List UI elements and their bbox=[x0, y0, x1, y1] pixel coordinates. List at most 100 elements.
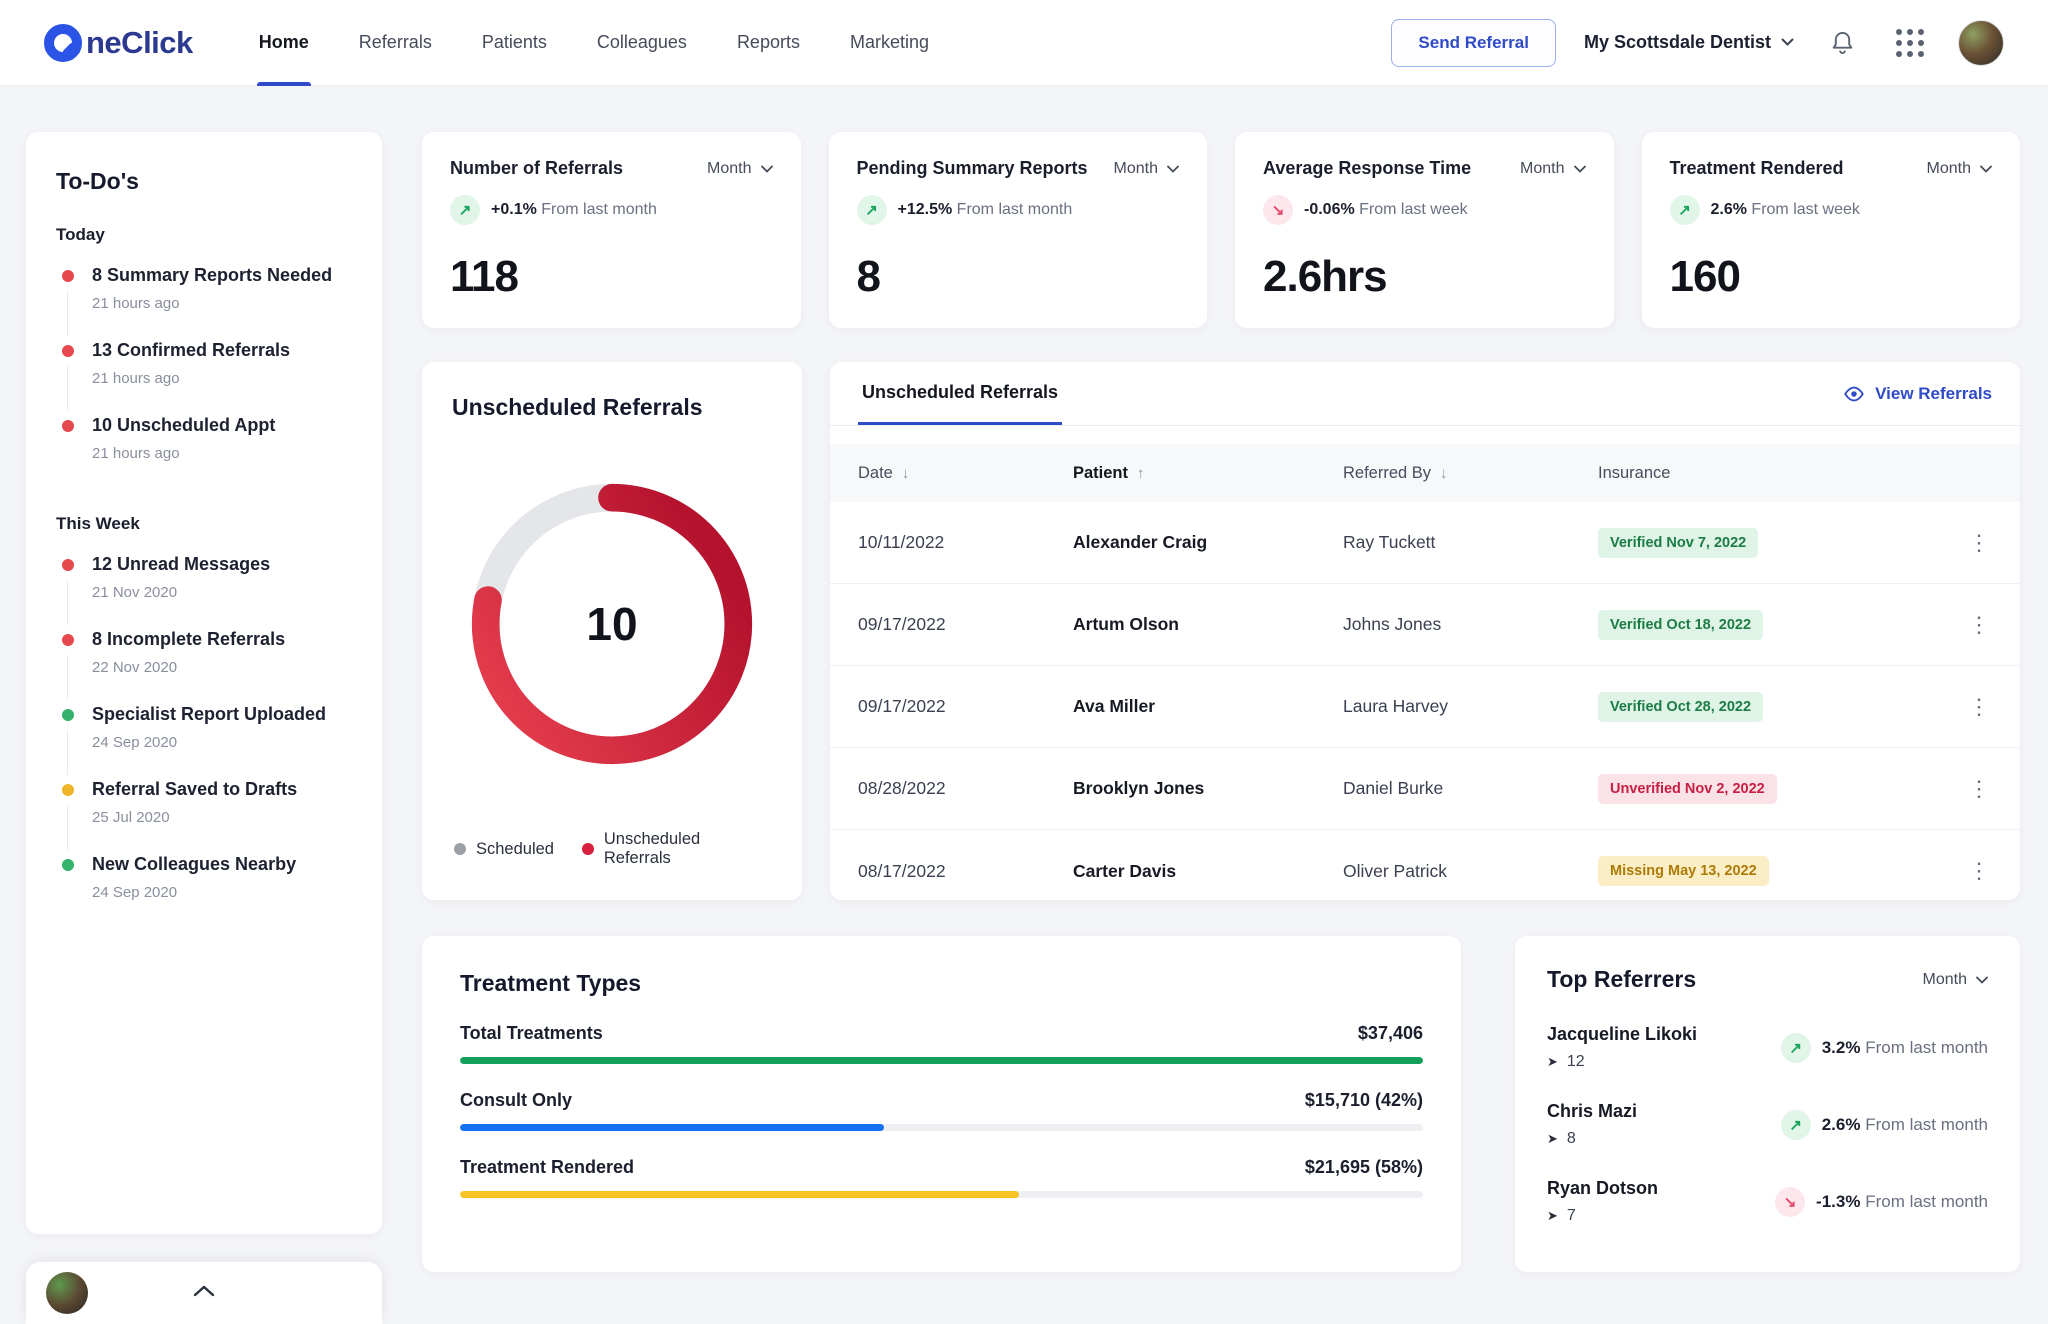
account-name: My Scottsdale Dentist bbox=[1584, 32, 1771, 53]
tab-unscheduled-referrals[interactable]: Unscheduled Referrals bbox=[858, 362, 1062, 425]
period-label: Month bbox=[1114, 160, 1158, 178]
row-menu-button[interactable]: ⋮ bbox=[1958, 694, 2000, 720]
todo-item-title: 12 Unread Messages bbox=[92, 554, 352, 575]
treatment-row-total: Total Treatments $37,406 bbox=[460, 1023, 1423, 1064]
period-dropdown[interactable]: Month bbox=[1520, 160, 1585, 178]
cell-referred-by: Johns Jones bbox=[1343, 614, 1598, 635]
todo-item[interactable]: Specialist Report Uploaded 24 Sep 2020 bbox=[56, 704, 352, 779]
referrer-count: 7 bbox=[1567, 1207, 1576, 1225]
delta-text: -0.06% From last week bbox=[1304, 201, 1468, 219]
chart-title: Unscheduled Referrals bbox=[452, 394, 772, 421]
row-menu-button[interactable]: ⋮ bbox=[1958, 612, 2000, 638]
treatment-label: Treatment Rendered bbox=[460, 1157, 634, 1178]
sort-icon: ↓ bbox=[1440, 465, 1448, 482]
column-referred-by[interactable]: Referred By↓ bbox=[1343, 464, 1598, 483]
chevron-down-icon bbox=[1574, 165, 1586, 173]
progress-fill bbox=[460, 1057, 1423, 1064]
main-nav: Home Referrals Patients Colleagues Repor… bbox=[257, 0, 931, 86]
send-referral-button[interactable]: Send Referral bbox=[1391, 19, 1556, 67]
stat-card-referrals: Number of Referrals Month ↗ +0.1% From l… bbox=[422, 132, 801, 328]
period-dropdown[interactable]: Month bbox=[707, 160, 772, 178]
user-avatar[interactable] bbox=[1958, 20, 2004, 66]
column-date[interactable]: Date↓ bbox=[858, 464, 1073, 483]
row-menu-button[interactable]: ⋮ bbox=[1958, 858, 2000, 884]
period-dropdown[interactable]: Month bbox=[1923, 971, 1988, 989]
period-label: Month bbox=[1923, 971, 1967, 989]
cell-date: 08/28/2022 bbox=[858, 778, 1073, 799]
nav-item-reports[interactable]: Reports bbox=[735, 0, 802, 86]
trend-icon: ↗ bbox=[857, 195, 887, 225]
todo-item[interactable]: 12 Unread Messages 21 Nov 2020 bbox=[56, 554, 352, 629]
expand-panel-button[interactable] bbox=[179, 1276, 229, 1310]
todo-item[interactable]: 13 Confirmed Referrals 21 hours ago bbox=[56, 340, 352, 415]
nav-item-referrals[interactable]: Referrals bbox=[357, 0, 434, 86]
stat-card-response-time: Average Response Time Month ↘ -0.06% Fro… bbox=[1235, 132, 1614, 328]
nav-item-home[interactable]: Home bbox=[257, 0, 311, 86]
progress-track bbox=[460, 1191, 1423, 1198]
row-menu-button[interactable]: ⋮ bbox=[1958, 776, 2000, 802]
stat-title: Number of Referrals bbox=[450, 158, 623, 179]
column-patient[interactable]: Patient↑ bbox=[1073, 464, 1343, 483]
stat-card-pending-reports: Pending Summary Reports Month ↗ +12.5% F… bbox=[829, 132, 1208, 328]
stat-value: 160 bbox=[1670, 252, 1993, 302]
treatment-label: Consult Only bbox=[460, 1090, 572, 1111]
todo-item-time: 22 Nov 2020 bbox=[92, 659, 352, 676]
cell-date: 09/17/2022 bbox=[858, 614, 1073, 635]
stat-title: Treatment Rendered bbox=[1670, 158, 1844, 179]
account-switcher[interactable]: My Scottsdale Dentist bbox=[1584, 32, 1794, 53]
cell-patient: Alexander Craig bbox=[1073, 532, 1343, 553]
todo-item-title: 8 Summary Reports Needed bbox=[92, 265, 352, 286]
nav-item-marketing[interactable]: Marketing bbox=[848, 0, 931, 86]
table-row: 08/28/2022 Brooklyn Jones Daniel Burke U… bbox=[830, 748, 2020, 830]
chevron-down-icon bbox=[1980, 165, 1992, 173]
todo-item-time: 21 Nov 2020 bbox=[92, 584, 352, 601]
legend-dot bbox=[454, 843, 466, 855]
cell-referred-by: Ray Tuckett bbox=[1343, 532, 1598, 553]
delta-text: -1.3% From last month bbox=[1816, 1192, 1988, 1212]
todos-section-this-week: This Week 12 Unread Messages 21 Nov 2020… bbox=[56, 514, 352, 929]
unscheduled-referrals-table-card: Unscheduled Referrals View Referrals Dat… bbox=[830, 362, 2020, 900]
delta-text: 2.6% From last month bbox=[1822, 1115, 1988, 1135]
trend-icon: ↘ bbox=[1775, 1187, 1805, 1217]
table-header: Date↓ Patient↑ Referred By↓ Insurance bbox=[830, 444, 2020, 502]
todo-item-time: 25 Jul 2020 bbox=[92, 809, 352, 826]
chevron-down-icon bbox=[1167, 165, 1179, 173]
view-referrals-link[interactable]: View Referrals bbox=[1843, 384, 1992, 404]
todo-item-title: 8 Incomplete Referrals bbox=[92, 629, 352, 650]
legend-dot bbox=[582, 843, 594, 855]
todos-section-today: Today 8 Summary Reports Needed 21 hours … bbox=[56, 225, 352, 490]
row-menu-button[interactable]: ⋮ bbox=[1958, 530, 2000, 556]
status-dot bbox=[62, 270, 74, 282]
todo-item-title: Specialist Report Uploaded bbox=[92, 704, 352, 725]
todo-item[interactable]: 10 Unscheduled Appt 21 hours ago bbox=[56, 415, 352, 490]
notifications-button[interactable] bbox=[1822, 23, 1862, 63]
status-dot bbox=[62, 559, 74, 571]
stat-title: Average Response Time bbox=[1263, 158, 1471, 179]
logo-q-icon bbox=[44, 24, 82, 62]
period-dropdown[interactable]: Month bbox=[1114, 160, 1179, 178]
treatment-label: Total Treatments bbox=[460, 1023, 603, 1044]
top-navbar: neClick Home Referrals Patients Colleagu… bbox=[0, 0, 2048, 86]
progress-fill bbox=[460, 1124, 884, 1131]
referrer-row: Jacqueline Likoki ➤12 ↗ 3.2% From last m… bbox=[1547, 1009, 1988, 1086]
period-dropdown[interactable]: Month bbox=[1927, 160, 1992, 178]
chart-legend: Scheduled Unscheduled Referrals bbox=[452, 826, 772, 868]
logo[interactable]: neClick bbox=[44, 24, 193, 62]
top-referrers-card: Top Referrers Month Jacqueline Likoki ➤1… bbox=[1515, 936, 2020, 1272]
user-avatar[interactable] bbox=[46, 1272, 88, 1314]
stat-value: 8 bbox=[857, 252, 1180, 302]
progress-fill bbox=[460, 1191, 1019, 1198]
cell-patient: Brooklyn Jones bbox=[1073, 778, 1343, 799]
todo-item-time: 21 hours ago bbox=[92, 370, 352, 387]
todo-item[interactable]: New Colleagues Nearby 24 Sep 2020 bbox=[56, 854, 352, 929]
todo-item[interactable]: 8 Summary Reports Needed 21 hours ago bbox=[56, 265, 352, 340]
nav-item-colleagues[interactable]: Colleagues bbox=[595, 0, 689, 86]
referrer-row: Ryan Dotson ➤7 ↘ -1.3% From last month bbox=[1547, 1163, 1988, 1240]
todo-item[interactable]: 8 Incomplete Referrals 22 Nov 2020 bbox=[56, 629, 352, 704]
todo-item-title: New Colleagues Nearby bbox=[92, 854, 352, 875]
todo-item[interactable]: Referral Saved to Drafts 25 Jul 2020 bbox=[56, 779, 352, 854]
apps-grid-button[interactable] bbox=[1890, 23, 1930, 63]
progress-track bbox=[460, 1057, 1423, 1064]
table-tabs: Unscheduled Referrals View Referrals bbox=[830, 362, 2020, 426]
nav-item-patients[interactable]: Patients bbox=[480, 0, 549, 86]
